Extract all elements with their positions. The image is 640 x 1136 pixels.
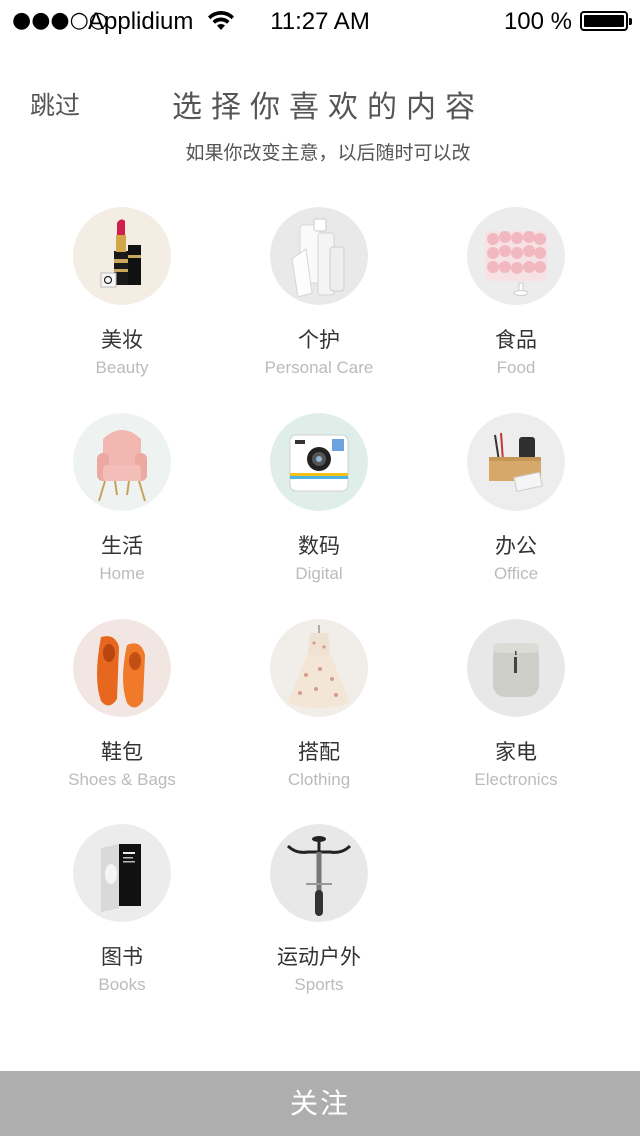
book-icon <box>73 824 171 922</box>
armchair-icon <box>73 413 171 511</box>
category-item-sports[interactable]: 运动户外 Sports <box>221 824 417 1014</box>
category-label-cn: 运动户外 <box>277 945 361 969</box>
category-label-cn: 食品 <box>495 328 537 352</box>
category-label-en: Books <box>98 975 146 994</box>
category-label-en: Shoes & Bags <box>68 770 176 789</box>
battery-icon <box>580 11 632 31</box>
category-label-cn: 办公 <box>495 534 537 558</box>
battery-percentage: 100 % <box>503 8 572 35</box>
category-label-en: Digital <box>295 564 343 583</box>
status-bar: ●●●○○ Applidium 11:27 AM 100 % <box>0 0 640 40</box>
category-item-home[interactable]: 生活 Home <box>24 413 220 603</box>
category-label-en: Sports <box>294 975 344 994</box>
dress-icon <box>270 619 368 717</box>
category-label-cn: 鞋包 <box>101 740 143 764</box>
category-label-en: Clothing <box>287 770 351 789</box>
category-label-en: Beauty <box>95 358 149 377</box>
category-item-shoes-bags[interactable]: 鞋包 Shoes & Bags <box>24 619 220 809</box>
camera-icon <box>270 413 368 511</box>
category-item-food[interactable]: 食品 Food <box>418 207 614 397</box>
category-label-cn: 生活 <box>101 534 143 558</box>
category-item-electronics[interactable]: 家电 Electronics <box>418 619 614 809</box>
lipstick-icon <box>73 207 171 305</box>
category-label-cn: 个护 <box>298 328 340 352</box>
humidifier-icon <box>467 619 565 717</box>
category-label-cn: 搭配 <box>298 740 340 764</box>
category-label-en: Office <box>493 564 539 583</box>
category-label-en: Food <box>496 358 536 377</box>
page-subtitle: 如果你改变主意，以后随时可以改 <box>185 142 471 164</box>
cake-icon <box>467 207 565 305</box>
page-title: 选择你喜欢的内容 <box>172 90 484 125</box>
desk-organizer-icon <box>467 413 565 511</box>
bicycle-icon <box>270 824 368 922</box>
category-label-en: Electronics <box>474 770 558 789</box>
follow-button[interactable]: 关注 <box>0 1071 640 1136</box>
category-item-books[interactable]: 图书 Books <box>24 824 220 1014</box>
loafers-icon <box>73 619 171 717</box>
category-label-en: Personal Care <box>264 358 374 377</box>
category-item-personal-care[interactable]: 个护 Personal Care <box>221 207 417 397</box>
category-item-beauty[interactable]: 美妆 Beauty <box>24 207 220 397</box>
category-item-clothing[interactable]: 搭配 Clothing <box>221 619 417 809</box>
category-item-office[interactable]: 办公 Office <box>418 413 614 603</box>
category-label-cn: 美妆 <box>101 328 143 352</box>
category-label-cn: 图书 <box>101 945 143 969</box>
category-label-cn: 数码 <box>298 534 340 558</box>
category-label-en: Home <box>99 564 145 583</box>
category-label-cn: 家电 <box>495 740 537 764</box>
category-item-digital[interactable]: 数码 Digital <box>221 413 417 603</box>
skincare-bottles-icon <box>270 207 368 305</box>
